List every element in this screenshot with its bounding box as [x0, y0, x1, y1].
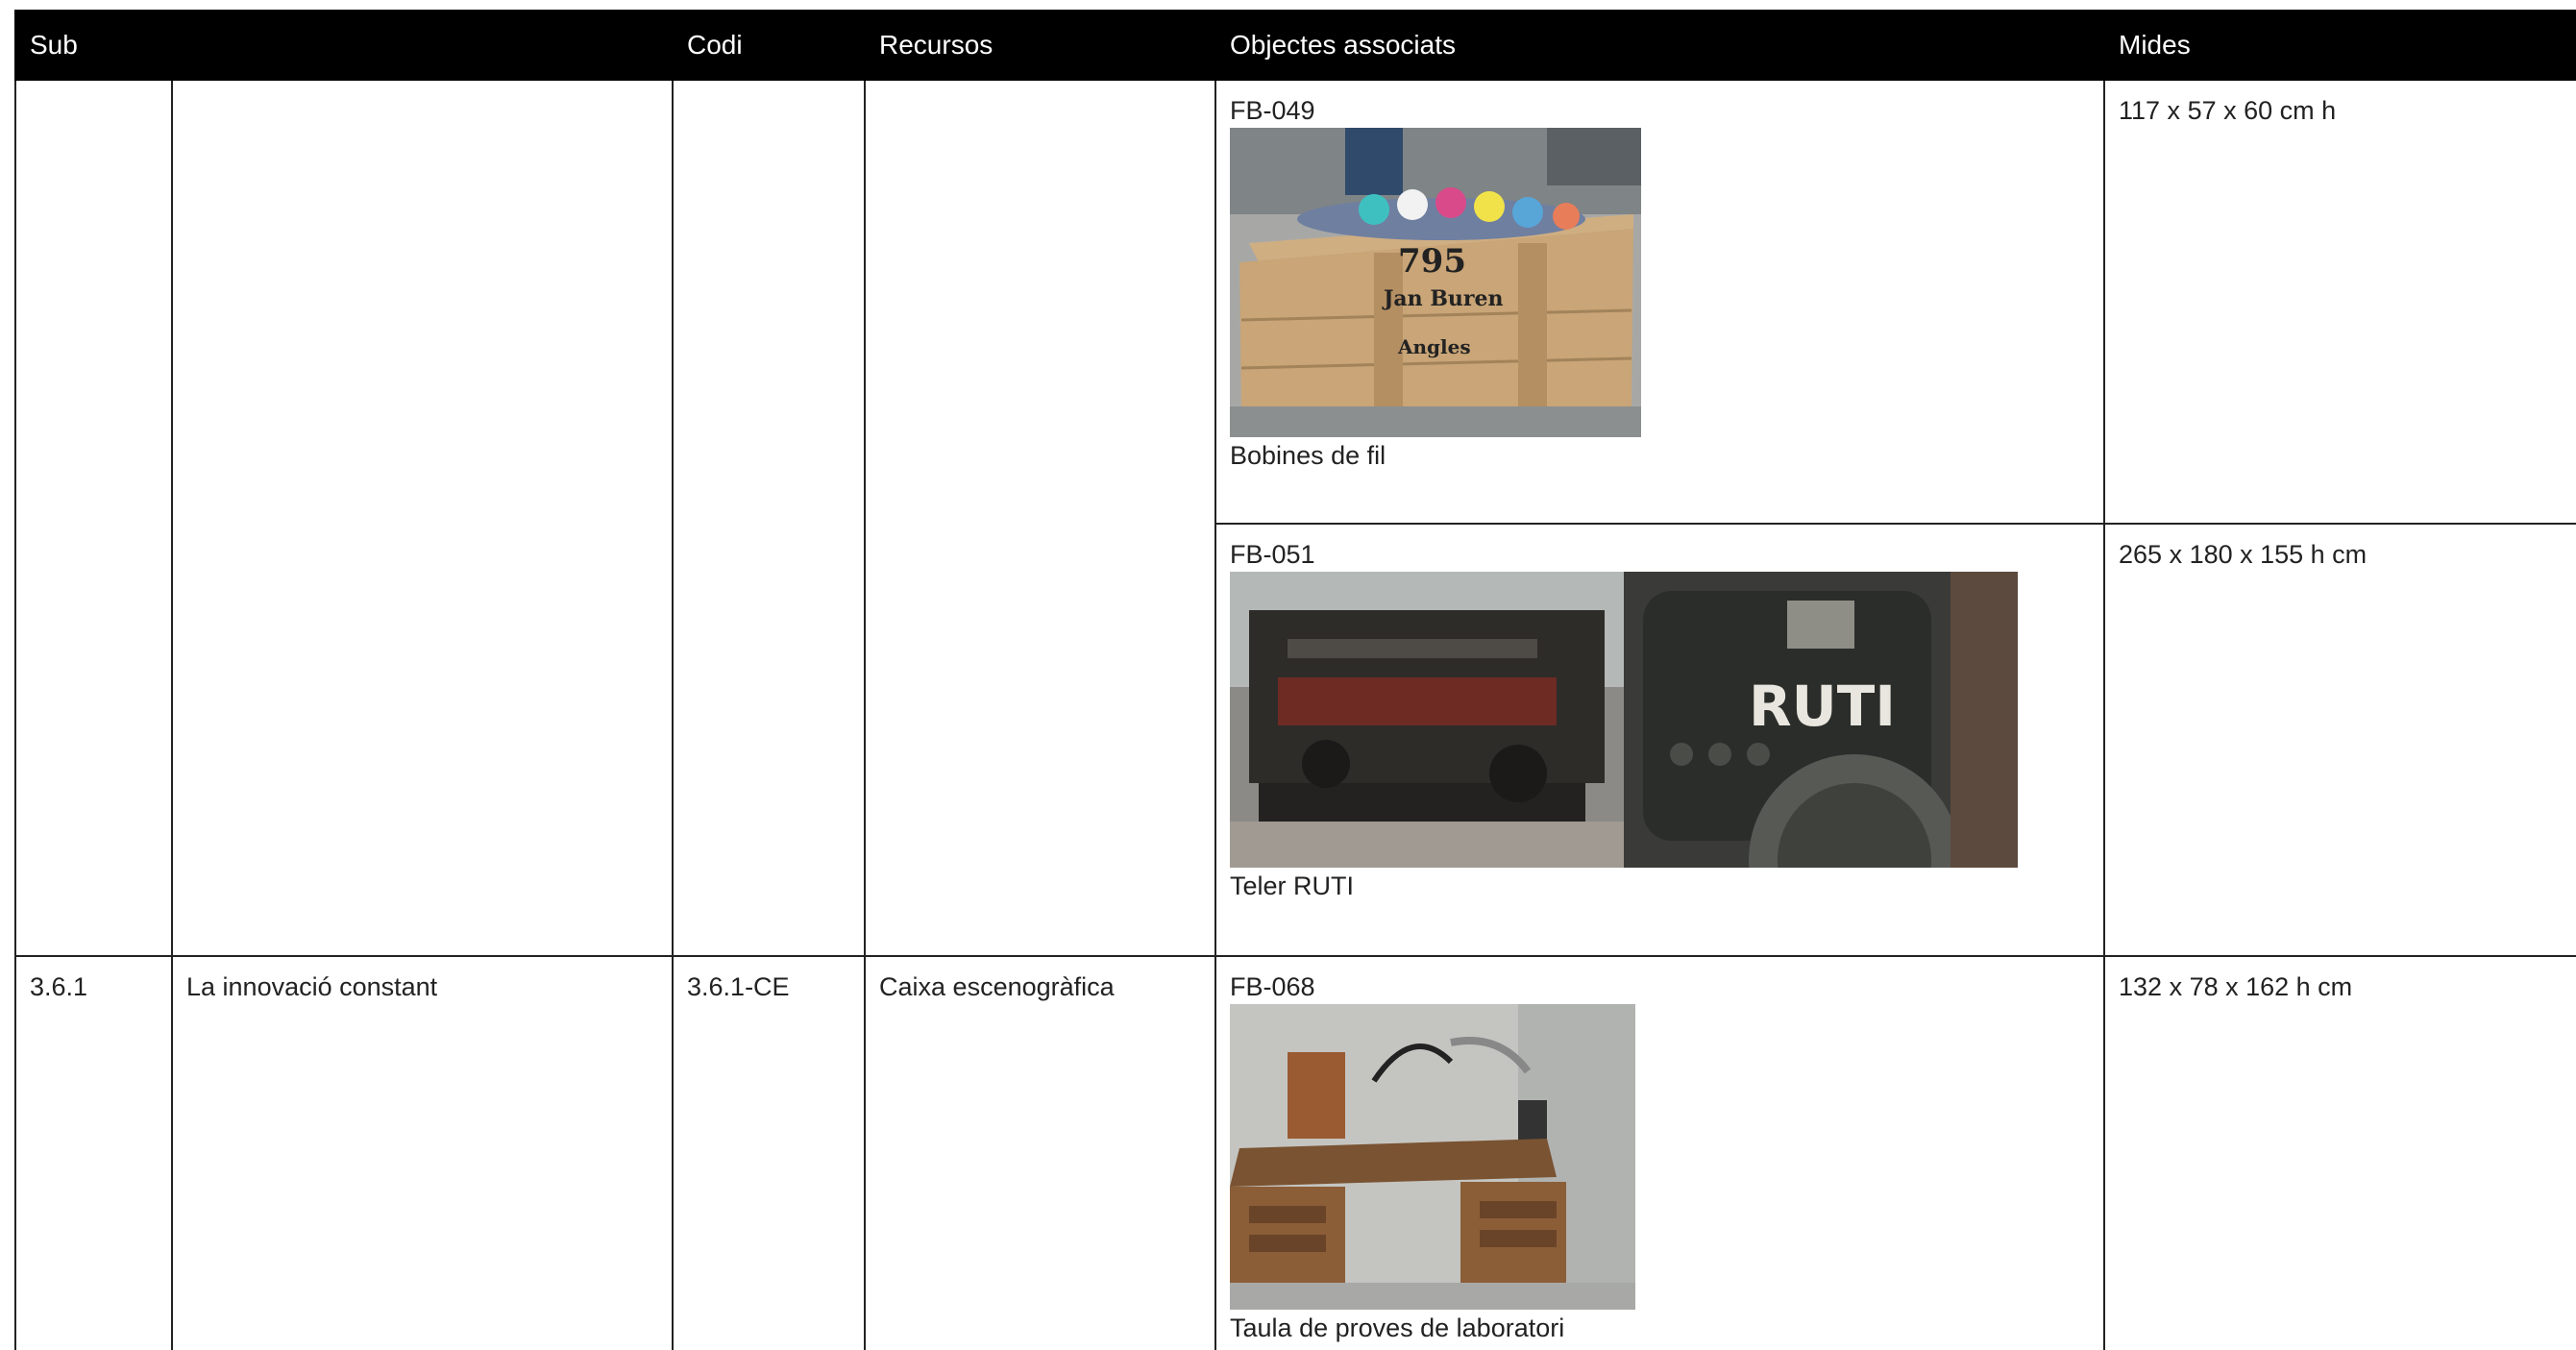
crate-line1-text: Jan Buren — [1382, 286, 1504, 311]
header-sub: Sub — [13, 10, 675, 81]
crate-number-text: 795 — [1398, 242, 1466, 281]
size-cell: 265 x 180 x 155 h cm — [2103, 523, 2576, 957]
codi-cell — [672, 79, 867, 957]
crate-line2-text: Angles — [1397, 335, 1471, 358]
size-cell: 117 x 57 x 60 cm h — [2103, 79, 2576, 525]
header-objectes: Objectes associats — [1214, 10, 2106, 81]
sub-title-cell — [170, 79, 675, 957]
object-code: FB-051 — [1230, 540, 1315, 569]
sub-num-cell — [14, 79, 173, 957]
document-page: Sub Codi Recursos Objectes associats Mid… — [0, 0, 2576, 1350]
loom-plate-text: RUTI — [1749, 674, 1896, 739]
table-row: 3.6.1 La innovació constant 3.6.1-CE Cai… — [14, 955, 2576, 1350]
object-code: FB-049 — [1230, 96, 1315, 125]
objects-table: Sub Codi Recursos Objectes associats Mid… — [13, 10, 2576, 1350]
object-code: FB-068 — [1230, 972, 1315, 1001]
object-caption: Bobines de fil — [1230, 441, 1386, 470]
recursos-cell: Caixa escenogràfica — [864, 955, 1217, 1350]
object-cell: FB-051 RUTI Teler RUTI — [1214, 523, 2106, 957]
object-cell: FB-049 795 Jan Buren Angles Bobines de f… — [1214, 79, 2106, 525]
table-header-row: Sub Codi Recursos Objectes associats Mid… — [13, 10, 2576, 81]
header-mides: Mides — [2103, 10, 2576, 81]
codi-cell: 3.6.1-CE — [672, 955, 867, 1350]
table-row: FB-049 795 Jan Buren Angles Bobines de f… — [14, 79, 2576, 957]
header-recursos: Recursos — [864, 10, 1217, 81]
object-cell: FB-068 Taula de proves de laboratori — [1214, 955, 2106, 1350]
object-caption: Teler RUTI — [1230, 871, 1355, 900]
desk-photo — [1230, 1004, 1636, 1310]
object-caption: Taula de proves de laboratori — [1230, 1313, 1565, 1342]
sub-num-cell: 3.6.1 — [14, 955, 173, 1350]
loom-plate-photo: RUTI — [1624, 572, 2019, 868]
sub-title-cell: La innovació constant — [170, 955, 675, 1350]
size-cell: 132 x 78 x 162 h cm — [2103, 955, 2576, 1350]
loom-photo — [1230, 572, 1625, 868]
crate-photo: 795 Jan Buren Angles — [1230, 128, 1642, 437]
header-codi: Codi — [672, 10, 867, 81]
recursos-cell — [864, 79, 1217, 957]
